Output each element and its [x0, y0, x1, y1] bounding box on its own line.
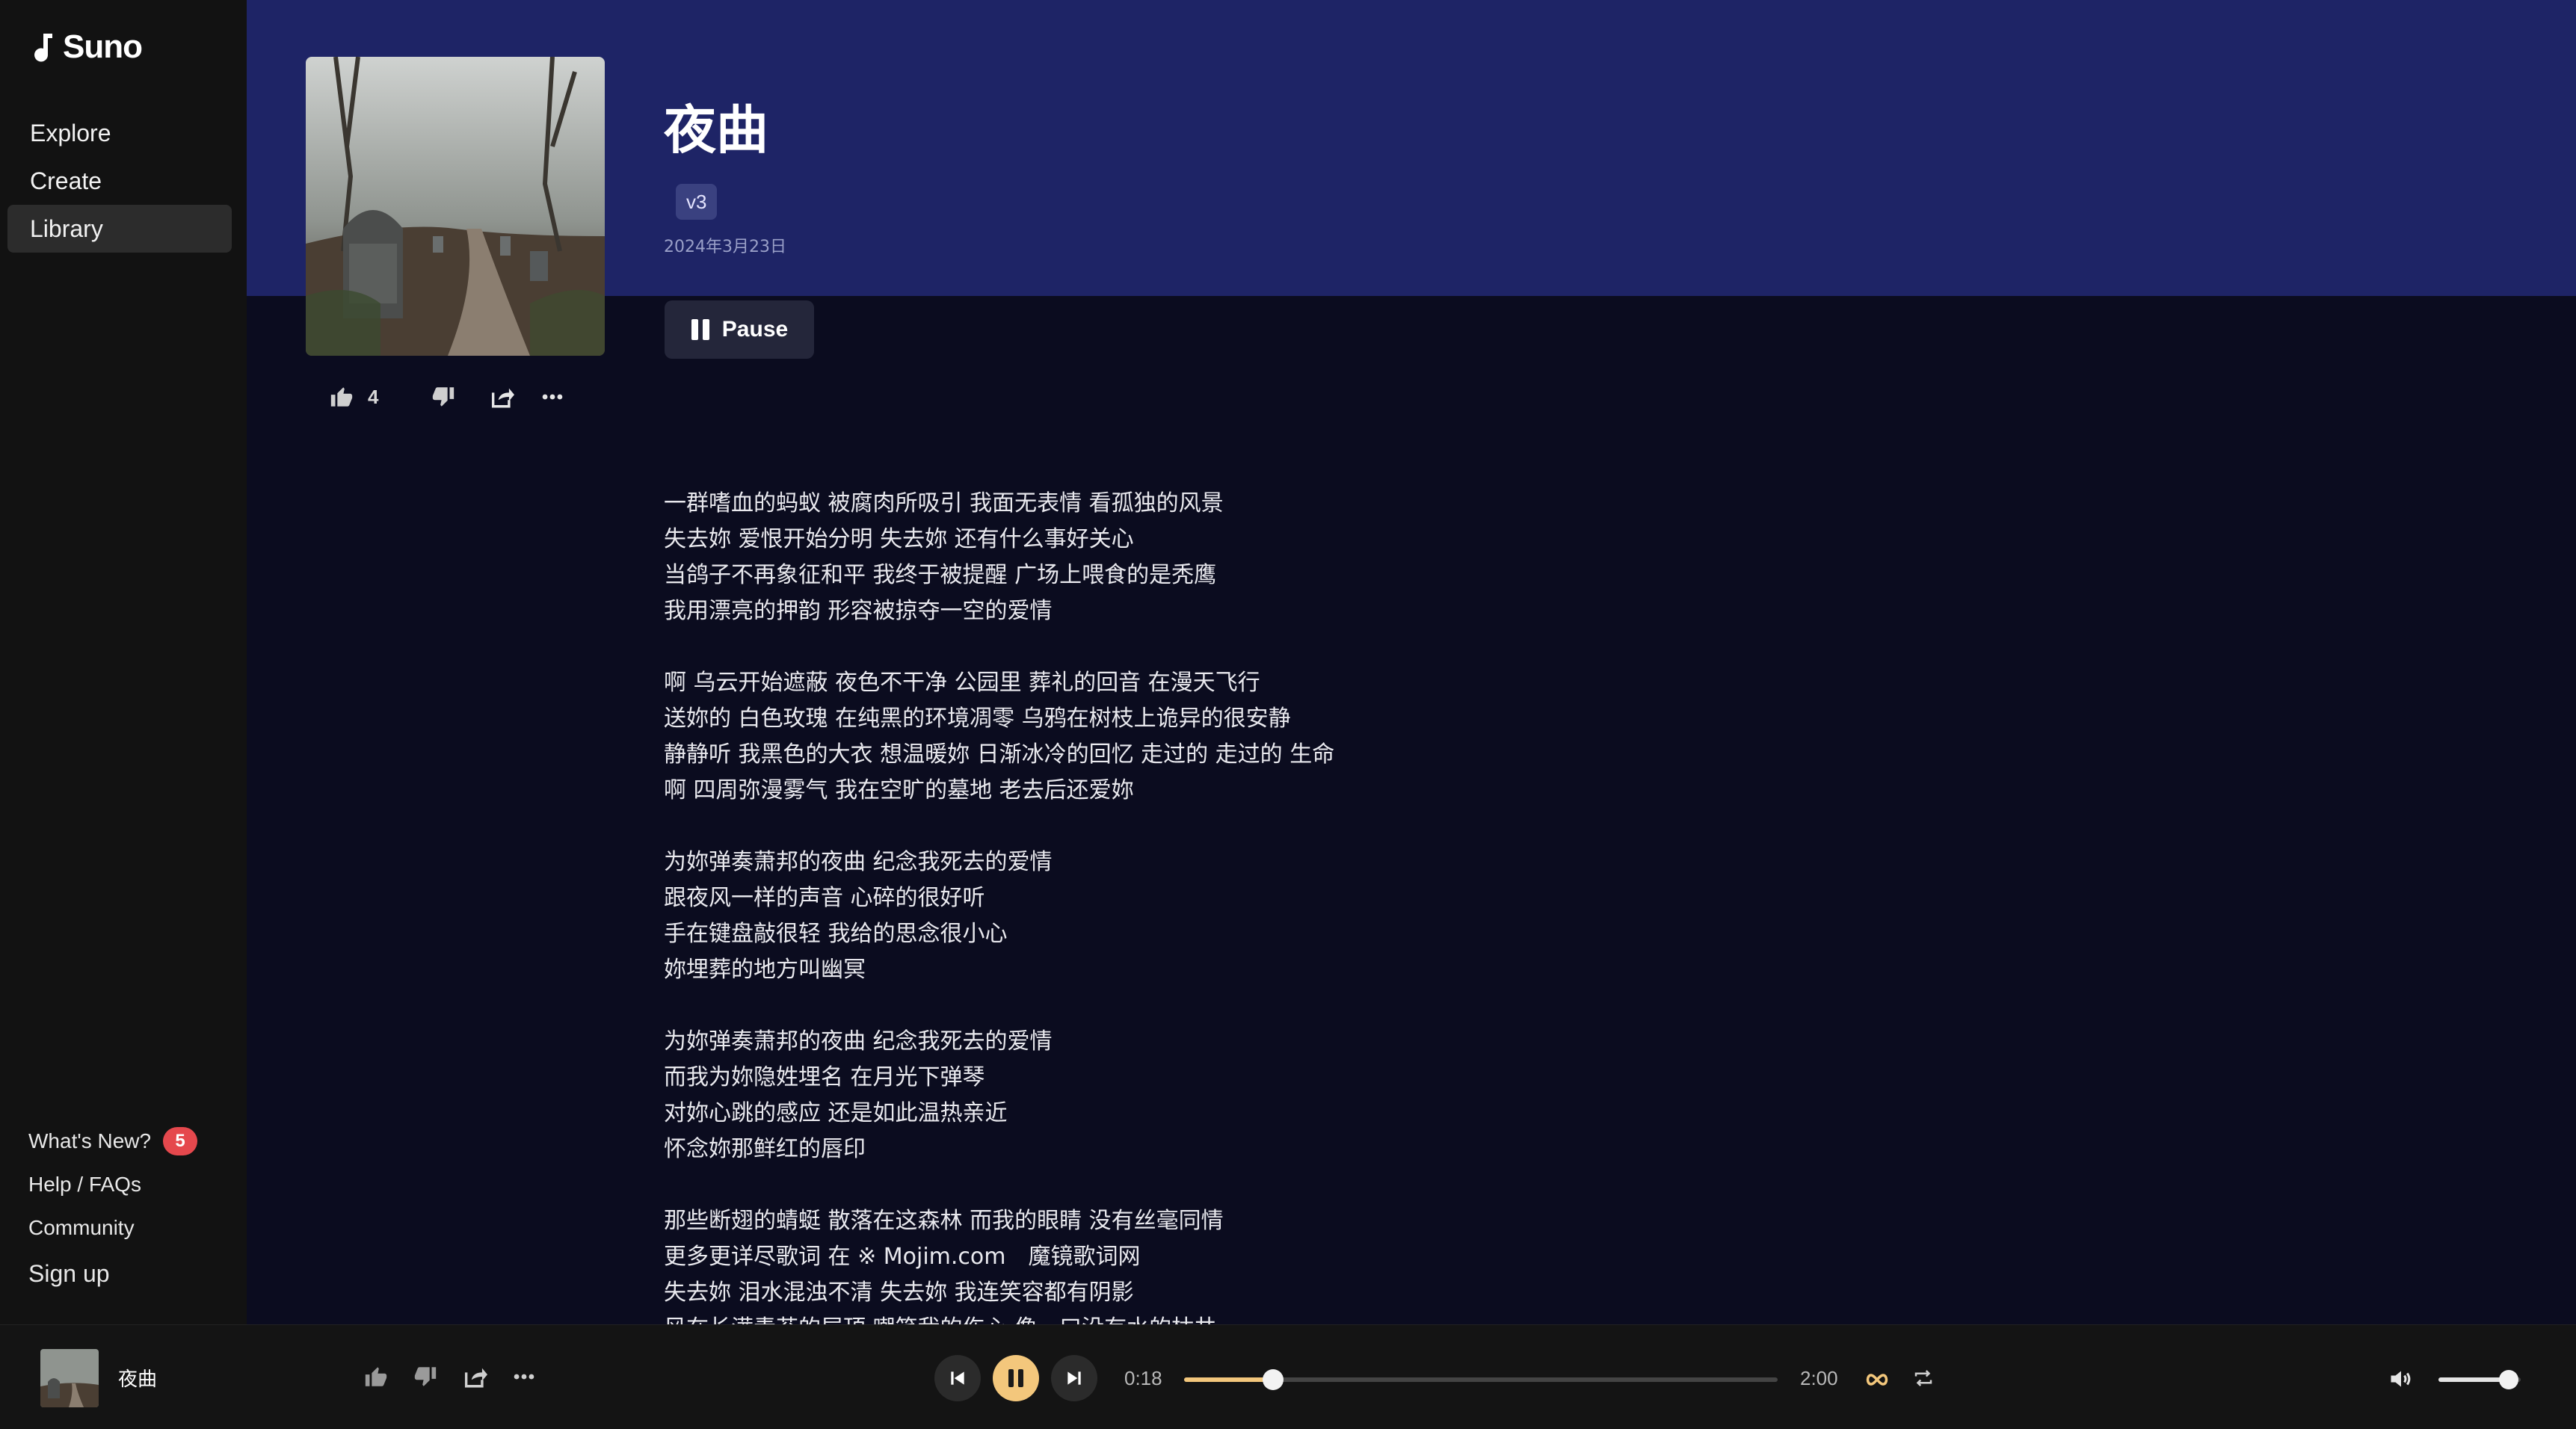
more-options-button[interactable]: [540, 384, 565, 410]
community-link[interactable]: Community: [28, 1206, 197, 1250]
thumbs-up-icon[interactable]: [363, 1364, 389, 1389]
share-icon: [492, 388, 515, 408]
sign-up-link[interactable]: Sign up: [28, 1250, 197, 1297]
pause-icon: [691, 319, 709, 340]
playback-controls: [934, 1355, 1097, 1401]
whats-new-label: What's New?: [28, 1129, 152, 1152]
sidebar-item-create[interactable]: Create: [7, 157, 232, 205]
thumbs-down-icon[interactable]: [413, 1364, 438, 1389]
more-icon[interactable]: [511, 1364, 537, 1389]
notification-badge: 5: [163, 1127, 198, 1155]
like-count: 4: [368, 385, 379, 408]
sidebar-footer: What's New? 5 Help / FAQs Community Sign…: [28, 1120, 198, 1297]
progress-fill: [1184, 1377, 1274, 1382]
progress-handle[interactable]: [1263, 1369, 1284, 1390]
repeat-icon[interactable]: [1912, 1367, 1935, 1389]
music-note-icon: [34, 34, 52, 62]
volume-slider[interactable]: [2438, 1370, 2521, 1389]
app-name: Suno: [63, 28, 143, 65]
sidebar-item-library[interactable]: Library: [7, 205, 232, 253]
play-pause-button[interactable]: [993, 1355, 1039, 1401]
player-bar: 夜曲 0:18 2:00: [0, 1324, 2576, 1429]
suno-logo[interactable]: Suno: [27, 28, 143, 66]
total-duration: 2:00: [1800, 1367, 1838, 1389]
song-date: 2024年3月23日: [664, 238, 786, 256]
next-button[interactable]: [1051, 1355, 1097, 1401]
sidebar-item-explore[interactable]: Explore: [7, 109, 232, 157]
song-reactions: 4: [326, 380, 585, 414]
next-icon: [1067, 1371, 1081, 1385]
whats-new-link[interactable]: What's New? 5: [28, 1120, 198, 1163]
share-icon[interactable]: [462, 1364, 487, 1389]
previous-button[interactable]: [934, 1355, 981, 1401]
version-tag: v3: [676, 184, 718, 220]
pause-icon: [1008, 1369, 1023, 1387]
pause-button[interactable]: Pause: [665, 300, 814, 359]
share-button[interactable]: [489, 384, 515, 410]
sidebar: Suno Explore Create Library What's New? …: [0, 0, 247, 1324]
player-actions: [363, 1364, 537, 1389]
progress-slider[interactable]: [1184, 1369, 1778, 1390]
dislike-button[interactable]: [431, 384, 456, 410]
player-thumbnail[interactable]: [40, 1349, 99, 1407]
elapsed-time: 0:18: [1124, 1367, 1162, 1389]
prev-icon: [951, 1371, 964, 1385]
thumbs-down-icon: [433, 387, 455, 407]
volume-fill: [2438, 1377, 2509, 1382]
sidebar-nav: Explore Create Library: [7, 109, 232, 253]
volume-handle[interactable]: [2498, 1370, 2518, 1389]
player-song-title: 夜曲: [118, 1368, 158, 1391]
volume-icon[interactable]: [2388, 1365, 2415, 1392]
pause-label: Pause: [721, 317, 789, 342]
song-title: 夜曲: [664, 99, 768, 161]
song-lyrics: 一群嗜血的蚂蚁 被腐肉所吸引 我面无表情 看孤独的风景 失去妳 爱恨开始分明 失…: [664, 490, 1335, 1324]
loop-icon[interactable]: [1864, 1368, 1890, 1391]
more-icon: [543, 394, 563, 400]
like-button[interactable]: 4: [329, 384, 378, 410]
thumbs-up-icon: [330, 387, 353, 407]
song-cover-art: [306, 57, 605, 356]
help-faqs-link[interactable]: Help / FAQs: [28, 1163, 197, 1206]
